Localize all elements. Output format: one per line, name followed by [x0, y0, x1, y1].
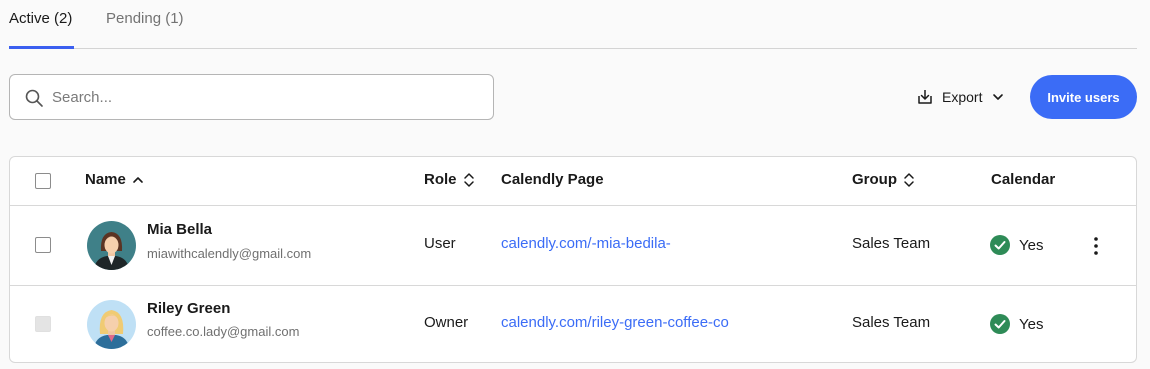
check-circle-icon — [990, 314, 1010, 334]
calendar-column-label: Calendar — [991, 171, 1056, 188]
export-icon — [918, 90, 932, 104]
user-email: miawithcalendly@gmail.com — [147, 246, 312, 261]
page-column-header: Calendly Page — [501, 171, 604, 188]
row-checkbox-disabled — [35, 316, 51, 332]
user-name: Mia Bella — [147, 221, 213, 238]
export-button[interactable]: Export — [916, 86, 1005, 108]
table-header: Name Role Calendly Page Group Calendar — [10, 157, 1136, 206]
invite-users-button[interactable]: Invite users — [1030, 75, 1137, 119]
user-group: Sales Team — [852, 235, 931, 252]
calendly-page-link[interactable]: calendly.com/-mia-bedila- — [501, 235, 671, 252]
sort-both-icon — [904, 172, 914, 187]
sort-ascending-icon — [133, 176, 143, 183]
role-column-header[interactable]: Role — [424, 171, 475, 188]
tab-bar: Active (2) Pending (1) — [9, 0, 1137, 49]
row-checkbox[interactable] — [35, 237, 51, 253]
tab-active[interactable]: Active (2) — [9, 10, 72, 27]
user-email: coffee.co.lady@gmail.com — [147, 324, 300, 339]
chevron-down-icon — [993, 94, 1004, 100]
table-row: Mia Bella miawithcalendly@gmail.com User… — [10, 206, 1136, 286]
search-box[interactable] — [9, 74, 494, 120]
calendar-status-label: Yes — [1019, 315, 1044, 333]
users-table: Name Role Calendly Page Group Calendar M… — [9, 156, 1137, 363]
calendly-page-link[interactable]: calendly.com/riley-green-coffee-co — [501, 314, 729, 331]
more-vertical-icon[interactable] — [1087, 235, 1105, 257]
sort-both-icon — [463, 172, 474, 187]
search-input[interactable] — [50, 85, 480, 109]
select-all-checkbox[interactable] — [35, 173, 51, 189]
name-column-header[interactable]: Name — [85, 171, 144, 188]
name-column-label: Name — [85, 171, 126, 188]
user-role: User — [424, 235, 456, 252]
role-column-label: Role — [424, 171, 457, 188]
user-role: Owner — [424, 314, 469, 331]
page-column-label: Calendly Page — [501, 171, 604, 188]
search-icon — [25, 89, 43, 107]
user-group: Sales Team — [852, 314, 931, 331]
table-row: Riley Green coffee.co.lady@gmail.com Own… — [10, 286, 1136, 362]
user-name: Riley Green — [147, 300, 231, 317]
export-label: Export — [942, 89, 983, 105]
avatar — [87, 221, 136, 270]
tab-pending[interactable]: Pending (1) — [106, 10, 184, 27]
avatar — [87, 300, 136, 349]
group-column-header[interactable]: Group — [852, 171, 915, 188]
calendar-status: Yes — [990, 314, 1043, 334]
calendar-column-header: Calendar — [991, 171, 1055, 188]
group-column-label: Group — [852, 171, 897, 188]
calendar-status: Yes — [990, 235, 1043, 255]
active-tab-indicator — [9, 46, 74, 49]
check-circle-icon — [990, 235, 1010, 255]
calendar-status-label: Yes — [1019, 236, 1044, 254]
